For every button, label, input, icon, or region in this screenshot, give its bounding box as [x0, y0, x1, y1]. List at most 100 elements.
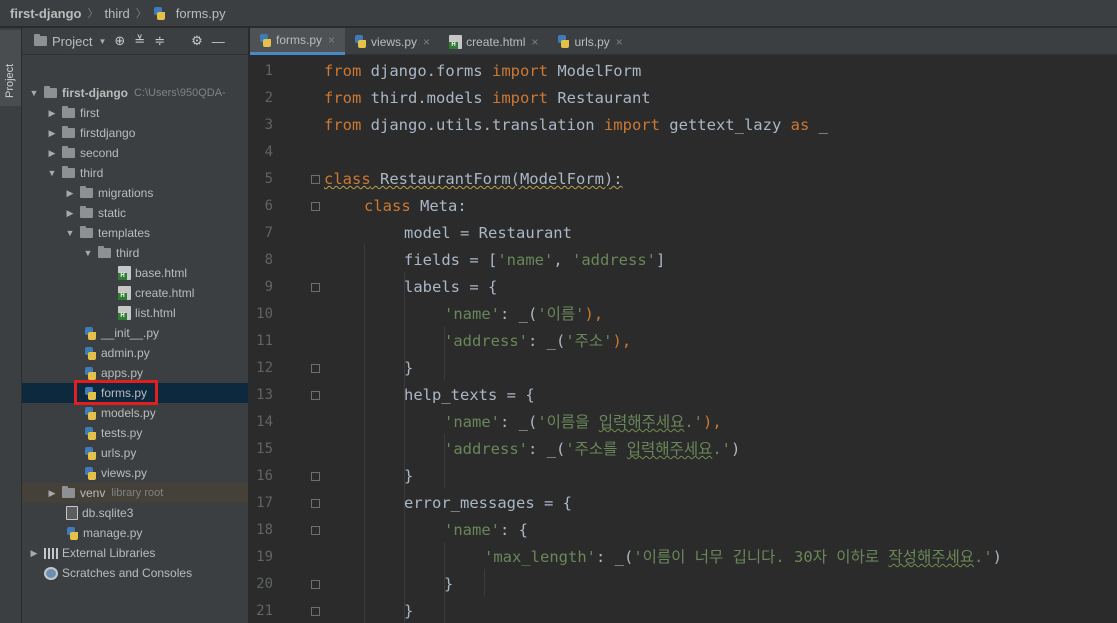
tab-create-html[interactable]: create.html × [440, 28, 548, 55]
fold-icon[interactable] [311, 391, 320, 400]
python-file-icon [557, 35, 570, 48]
dropdown-arrow-icon[interactable]: ▼ [98, 37, 106, 46]
tree-item-urls-py[interactable]: urls.py [22, 443, 248, 463]
fold-icon[interactable] [311, 580, 320, 589]
fold-icon[interactable] [311, 499, 320, 508]
fold-icon[interactable] [311, 607, 320, 616]
close-icon[interactable]: × [531, 35, 538, 49]
tree-item-venv[interactable]: ▶ venv library root [22, 483, 248, 503]
tree-item-admin-py[interactable]: admin.py [22, 343, 248, 363]
code-line: 1 from django.forms import ModelForm [264, 62, 642, 80]
tab-views-py[interactable]: views.py × [345, 28, 440, 55]
close-icon[interactable]: × [423, 35, 430, 49]
tree-item-db-sqlite3[interactable]: db.sqlite3 [22, 503, 248, 523]
gear-icon[interactable]: ⚙ [191, 33, 203, 49]
folder-icon [62, 126, 75, 138]
minimize-icon[interactable]: — [212, 34, 225, 49]
tree-item-init-py[interactable]: __init__.py [22, 323, 248, 343]
code-line: 10 'name': _('이름'), [256, 305, 604, 323]
project-panel-header: Project ▼ ⊕ ≚ ≑ ⚙ — [22, 28, 248, 55]
chevron-right-icon[interactable]: ▶ [46, 108, 58, 119]
code-line: 12 } [256, 359, 414, 377]
fold-icon[interactable] [311, 175, 320, 184]
fold-icon[interactable] [311, 472, 320, 481]
tree-item-base-html[interactable]: base.html [22, 263, 248, 283]
python-file-icon [66, 526, 79, 540]
expand-all-icon[interactable]: ≚ [134, 33, 145, 49]
editor: forms.py × views.py × create.html × urls… [250, 28, 1117, 623]
library-icon [44, 547, 58, 559]
breadcrumb-folder[interactable]: third [105, 6, 130, 21]
chevron-down-icon[interactable]: ▼ [64, 228, 76, 238]
tree-item-views-py[interactable]: views.py [22, 463, 248, 483]
tree-item-first[interactable]: ▶ first [22, 103, 248, 123]
breadcrumb-file[interactable]: forms.py [176, 6, 226, 21]
tree-item-external-libraries[interactable]: ▶ External Libraries [22, 543, 248, 563]
chevron-right-icon[interactable]: ▶ [28, 548, 40, 559]
fold-icon[interactable] [311, 202, 320, 211]
fold-icon[interactable] [311, 283, 320, 292]
folder-icon [62, 486, 75, 498]
tree-item-templates-third[interactable]: ▼ third [22, 243, 248, 263]
tool-window-strip: Project [0, 28, 22, 623]
tree-item-static[interactable]: ▶ static [22, 203, 248, 223]
code-line: 11 'address': _('주소'), [256, 332, 632, 350]
code-line: 8 fields = ['name', 'address'] [264, 251, 666, 269]
code-line: 9 labels = { [264, 278, 498, 296]
tree-item-firstdjango[interactable]: ▶ firstdjango [22, 123, 248, 143]
tab-forms-py[interactable]: forms.py × [250, 28, 346, 55]
chevron-down-icon[interactable]: ▼ [28, 88, 40, 98]
close-icon[interactable]: × [328, 33, 335, 47]
html-file-icon [118, 266, 131, 280]
tree-item-create-html[interactable]: create.html [22, 283, 248, 303]
tree-item-third[interactable]: ▼ third [22, 163, 248, 183]
folder-icon [34, 34, 47, 46]
tree-item-tests-py[interactable]: tests.py [22, 423, 248, 443]
breadcrumb-project[interactable]: first-django [10, 6, 82, 21]
collapse-all-icon[interactable]: ≑ [154, 33, 165, 49]
code-line: 20 } [256, 575, 454, 593]
chevron-down-icon[interactable]: ▼ [82, 248, 94, 258]
chevron-right-icon[interactable]: ▶ [46, 128, 58, 139]
tree-item-models-py[interactable]: models.py [22, 403, 248, 423]
chevron-right-icon[interactable]: ▶ [64, 188, 76, 199]
fold-icon[interactable] [311, 364, 320, 373]
tree-item-list-html[interactable]: list.html [22, 303, 248, 323]
tree-item-manage-py[interactable]: manage.py [22, 523, 248, 543]
folder-icon [80, 226, 93, 238]
chevron-down-icon[interactable]: ▼ [46, 168, 58, 178]
project-view-selector[interactable]: Project [52, 34, 92, 49]
code-area[interactable]: 1 from django.forms import ModelForm 2 f… [250, 56, 1117, 623]
python-file-icon [84, 446, 97, 460]
tree-item-migrations[interactable]: ▶ migrations [22, 183, 248, 203]
close-icon[interactable]: × [616, 35, 623, 49]
python-file-icon [84, 326, 97, 340]
chevron-right-icon[interactable]: ▶ [64, 208, 76, 219]
tree-item-scratches[interactable]: ▶ Scratches and Consoles [22, 563, 248, 583]
chevron-right-icon[interactable]: ▶ [46, 148, 58, 159]
code-line: 7 model = Restaurant [264, 224, 572, 242]
html-file-icon [118, 306, 131, 320]
code-line: 15 'address': _('주소를 입력해주세요.') [256, 440, 741, 458]
folder-icon [80, 206, 93, 218]
tab-urls-py[interactable]: urls.py × [548, 28, 632, 55]
python-file-icon [84, 426, 97, 440]
tree-item-second[interactable]: ▶ second [22, 143, 248, 163]
chevron-right-icon[interactable]: ▶ [46, 488, 58, 499]
code-line: 21 } [256, 602, 414, 620]
tree-item-templates[interactable]: ▼ templates [22, 223, 248, 243]
code-line: 14 'name': _('이름을 입력해주세요.'), [256, 413, 722, 431]
html-file-icon [449, 34, 463, 49]
code-line: 16 } [256, 467, 414, 485]
folder-icon [80, 186, 93, 198]
code-line: 4 [264, 144, 273, 160]
breadcrumb: first-django 〉 third 〉 forms.py [0, 0, 1117, 27]
python-file-icon [84, 466, 97, 480]
python-file-icon [84, 406, 97, 420]
fold-icon[interactable] [311, 526, 320, 535]
project-tool-tab[interactable]: Project [0, 30, 21, 106]
python-file-icon [259, 33, 272, 47]
editor-tabs: forms.py × views.py × create.html × urls… [250, 28, 1117, 55]
locate-file-icon[interactable]: ⊕ [114, 33, 125, 49]
tree-item-first-django[interactable]: ▼ first-django C:\Users\950QDA- [22, 83, 248, 103]
